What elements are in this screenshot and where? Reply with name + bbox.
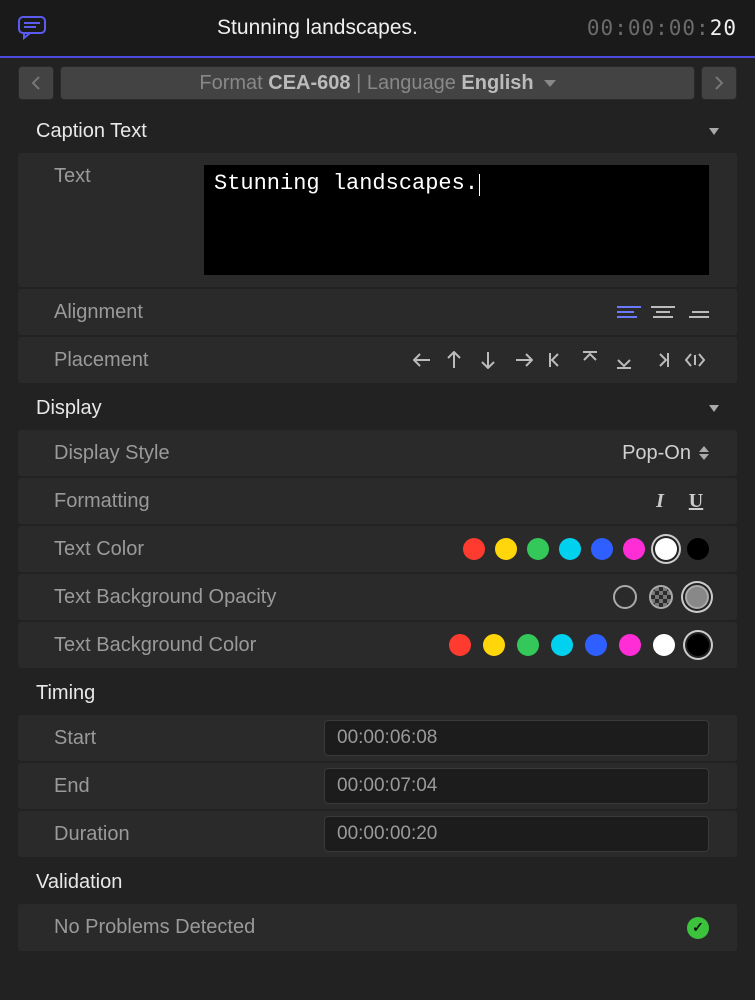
- bg-opacity-label: Text Background Opacity: [54, 586, 613, 609]
- start-label: Start: [54, 727, 224, 750]
- text-color-swatch-0[interactable]: [463, 538, 485, 560]
- move-right-button[interactable]: [515, 349, 539, 371]
- section-header-validation: Validation: [0, 859, 755, 904]
- snap-top-button[interactable]: [583, 349, 607, 371]
- formatting-label: Formatting: [54, 490, 224, 513]
- timecode-prefix: 00:00:00:: [587, 16, 710, 40]
- align-center-button[interactable]: [651, 301, 675, 323]
- language-value: English: [461, 72, 533, 95]
- caption-text-row: Text Stunning landscapes.: [18, 153, 737, 287]
- format-value: CEA-608: [268, 72, 350, 95]
- snap-right-button[interactable]: [651, 349, 675, 371]
- text-label: Text: [54, 165, 204, 188]
- timing-start-row: Start: [18, 715, 737, 761]
- bg-color-swatch-2[interactable]: [517, 634, 539, 656]
- bg-color-swatch-3[interactable]: [551, 634, 573, 656]
- caption-text-value: Stunning landscapes.: [214, 171, 478, 196]
- chevron-down-icon: [544, 80, 556, 87]
- end-time-input[interactable]: [324, 768, 709, 804]
- timing-duration-row: Duration: [18, 811, 737, 857]
- section-header-display[interactable]: Display: [0, 385, 755, 430]
- bg-opacity-row: Text Background Opacity: [18, 574, 737, 620]
- end-label: End: [54, 775, 224, 798]
- start-time-input[interactable]: [324, 720, 709, 756]
- text-color-swatch-3[interactable]: [559, 538, 581, 560]
- alignment-label: Alignment: [54, 301, 224, 324]
- section-title: Caption Text: [36, 120, 147, 143]
- text-color-swatch-2[interactable]: [527, 538, 549, 560]
- move-up-button[interactable]: [447, 349, 471, 371]
- italic-button[interactable]: I: [647, 490, 673, 513]
- section-header-caption-text[interactable]: Caption Text: [0, 108, 755, 153]
- check-icon: ✓: [687, 917, 709, 939]
- text-cursor: [479, 174, 480, 196]
- caption-text-input[interactable]: Stunning landscapes.: [204, 165, 709, 275]
- chevron-down-icon: [709, 128, 719, 135]
- timing-end-row: End: [18, 763, 737, 809]
- formatting-row: Formatting I U: [18, 478, 737, 524]
- text-color-swatch-6[interactable]: [655, 538, 677, 560]
- language-label: Language: [367, 72, 456, 95]
- bg-color-swatch-7[interactable]: [687, 634, 709, 656]
- section-title: Display: [36, 397, 102, 420]
- align-left-button[interactable]: [617, 301, 641, 323]
- format-label: Format: [199, 72, 262, 95]
- caption-icon: [18, 16, 48, 40]
- chevron-down-icon: [709, 405, 719, 412]
- duration-label: Duration: [54, 823, 224, 846]
- placement-row: Placement: [18, 337, 737, 383]
- header-bar: Stunning landscapes. 00:00:00:20: [0, 0, 755, 58]
- caption-inspector-panel: Stunning landscapes. 00:00:00:20 Format …: [0, 0, 755, 1000]
- bg-color-swatch-0[interactable]: [449, 634, 471, 656]
- placement-label: Placement: [54, 349, 224, 372]
- bg-color-label: Text Background Color: [54, 634, 449, 657]
- header-title: Stunning landscapes.: [48, 16, 587, 40]
- next-caption-button[interactable]: [701, 66, 737, 100]
- bg-color-swatch-5[interactable]: [619, 634, 641, 656]
- display-style-dropdown[interactable]: Pop-On: [622, 442, 709, 465]
- opacity-solid-button[interactable]: [685, 585, 709, 609]
- text-color-label: Text Color: [54, 538, 224, 561]
- format-nav-bar: Format CEA-608 | Language English: [0, 58, 755, 108]
- move-left-button[interactable]: [413, 349, 437, 371]
- text-color-swatch-1[interactable]: [495, 538, 517, 560]
- timecode-frames: 20: [710, 16, 737, 40]
- duration-time-input[interactable]: [324, 816, 709, 852]
- bg-color-swatch-4[interactable]: [585, 634, 607, 656]
- align-right-button[interactable]: [685, 301, 709, 323]
- move-down-button[interactable]: [481, 349, 505, 371]
- display-style-row: Display Style Pop-On: [18, 430, 737, 476]
- display-style-value: Pop-On: [622, 442, 691, 465]
- snap-center-button[interactable]: [685, 349, 709, 371]
- text-color-swatch-5[interactable]: [623, 538, 645, 560]
- format-language-dropdown[interactable]: Format CEA-608 | Language English: [60, 66, 695, 100]
- text-color-row: Text Color: [18, 526, 737, 572]
- snap-left-button[interactable]: [549, 349, 573, 371]
- bg-color-row: Text Background Color: [18, 622, 737, 668]
- validation-message: No Problems Detected: [54, 916, 255, 939]
- section-title: Timing: [36, 682, 95, 705]
- opacity-semi-button[interactable]: [649, 585, 673, 609]
- validation-row: No Problems Detected ✓: [18, 904, 737, 951]
- underline-button[interactable]: U: [683, 490, 709, 513]
- section-title: Validation: [36, 871, 122, 894]
- prev-caption-button[interactable]: [18, 66, 54, 100]
- bg-color-swatch-1[interactable]: [483, 634, 505, 656]
- header-timecode: 00:00:00:20: [587, 16, 737, 40]
- stepper-icon: [699, 446, 709, 460]
- snap-bottom-button[interactable]: [617, 349, 641, 371]
- opacity-transparent-button[interactable]: [613, 585, 637, 609]
- text-color-swatch-4[interactable]: [591, 538, 613, 560]
- section-header-timing: Timing: [0, 670, 755, 715]
- alignment-row: Alignment: [18, 289, 737, 335]
- bg-color-swatch-6[interactable]: [653, 634, 675, 656]
- display-style-label: Display Style: [54, 442, 224, 465]
- text-color-swatch-7[interactable]: [687, 538, 709, 560]
